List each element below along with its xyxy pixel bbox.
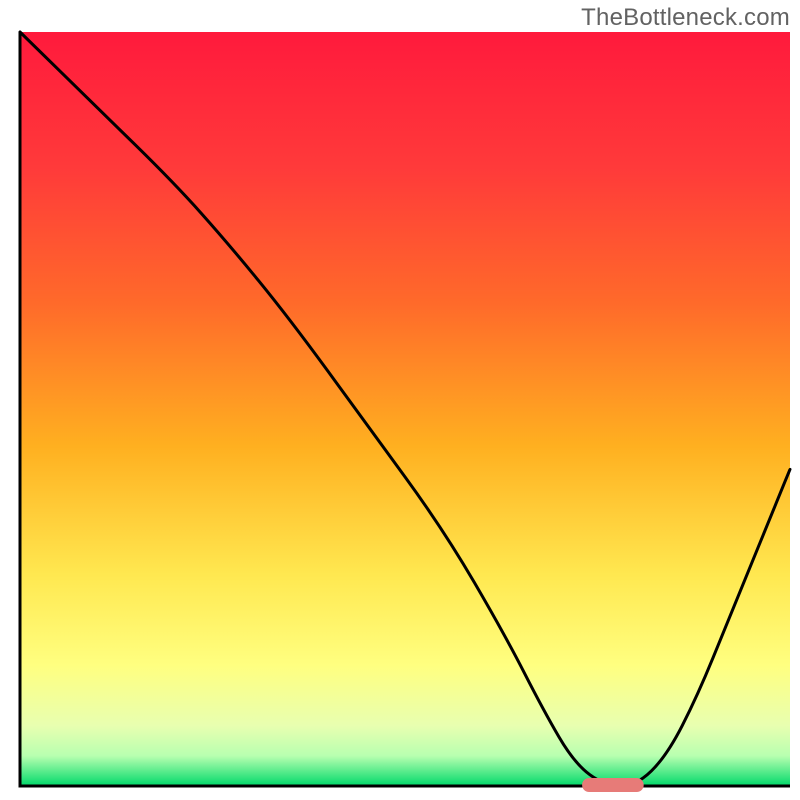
optimal-range-marker [582,778,644,792]
bottleneck-chart: TheBottleneck.com [0,0,800,800]
watermark-text: TheBottleneck.com [581,4,790,32]
chart-svg [0,0,800,800]
